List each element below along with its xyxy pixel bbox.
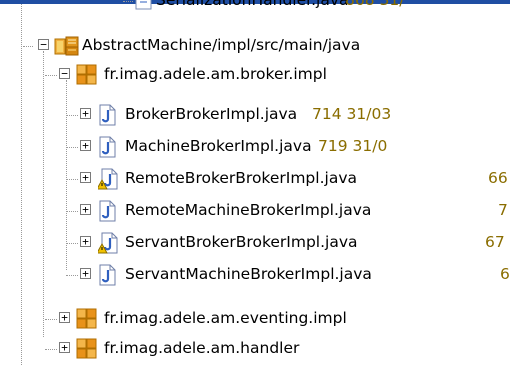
file-label: RemoteMachineBrokerImpl.java (125, 201, 372, 219)
tree-row-source-folder[interactable]: − AbstractMachine/impl/src/main/java (0, 33, 510, 61)
java-file-icon (98, 200, 118, 226)
file-meta: 7 (498, 201, 508, 219)
tree-row-java-file[interactable]: + RemoteMachineBrokerImpl.java 7 (0, 198, 510, 226)
file-label: ServantBrokerBrokerImpl.java (125, 233, 358, 251)
connector (66, 179, 78, 180)
expand-toggle[interactable]: + (80, 236, 91, 247)
source-folder-label: AbstractMachine/impl/src/main/java (82, 36, 361, 54)
tree-connector-line (43, 51, 44, 337)
file-label: BrokerBrokerImpl.java (125, 105, 298, 123)
java-file-icon (98, 104, 118, 130)
tree-row-package[interactable]: + fr.imag.adele.am.handler (0, 336, 510, 364)
tree-row-java-file[interactable]: + MachineBrokerImpl.java 719 31/0 (0, 134, 510, 162)
connector (66, 115, 78, 116)
java-file-icon (135, 0, 153, 14)
collapse-toggle[interactable]: − (59, 68, 70, 79)
java-file-warning-icon (96, 168, 120, 194)
connector (66, 211, 78, 212)
file-label: MachineBrokerImpl.java (125, 137, 312, 155)
package-icon (76, 64, 98, 90)
file-label: SerializationHandler.java (156, 0, 349, 9)
java-file-warning-icon (96, 232, 120, 258)
package-label: fr.imag.adele.am.handler (104, 339, 300, 357)
expand-toggle[interactable]: + (80, 204, 91, 215)
file-meta: 66 (488, 169, 508, 187)
tree-row-package[interactable]: − fr.imag.adele.am.broker.impl (0, 62, 510, 90)
file-meta: 67 (485, 233, 505, 251)
file-meta: 719 31/0 (318, 137, 388, 155)
collapse-toggle[interactable]: − (38, 39, 49, 50)
connector (45, 75, 57, 76)
package-label: fr.imag.adele.am.eventing.impl (104, 309, 347, 327)
connector (23, 46, 33, 47)
expand-toggle[interactable]: + (80, 172, 91, 183)
expand-toggle[interactable]: + (80, 140, 91, 151)
package-icon (76, 308, 98, 334)
tree-row-java-file[interactable]: + ServantMachineBrokerImpl.java 6 (0, 262, 510, 290)
expand-toggle[interactable]: + (59, 342, 70, 353)
connector (66, 275, 78, 276)
file-meta: 868 31/ (345, 0, 405, 9)
java-file-icon (98, 264, 118, 290)
file-label: ServantMachineBrokerImpl.java (125, 265, 372, 283)
connector (45, 319, 57, 320)
package-label: fr.imag.adele.am.broker.impl (104, 65, 327, 83)
expand-toggle[interactable]: + (80, 268, 91, 279)
tree-row-package[interactable]: + fr.imag.adele.am.eventing.impl (0, 306, 510, 334)
tree-row-java-file[interactable]: + BrokerBrokerImpl.java 714 31/03 (0, 102, 510, 130)
source-folder-icon (54, 34, 80, 62)
expand-toggle[interactable]: + (59, 312, 70, 323)
tree-row-java-file[interactable]: + ServantBrokerBrokerImpl.java 67 (0, 230, 510, 258)
connector (66, 243, 78, 244)
package-explorer-tree: SerializationHandler.java 868 31/ − Abst… (0, 0, 510, 365)
connector (66, 147, 78, 148)
expand-toggle[interactable]: + (80, 108, 91, 119)
package-icon (76, 338, 98, 364)
file-meta: 6 (500, 265, 510, 283)
connector (45, 349, 57, 350)
connector (123, 1, 133, 2)
java-file-icon (98, 136, 118, 162)
file-label: RemoteBrokerBrokerImpl.java (125, 169, 357, 187)
tree-row-java-file[interactable]: + RemoteBrokerBrokerImpl.java 66 (0, 166, 510, 194)
file-meta: 714 31/03 (312, 105, 392, 123)
